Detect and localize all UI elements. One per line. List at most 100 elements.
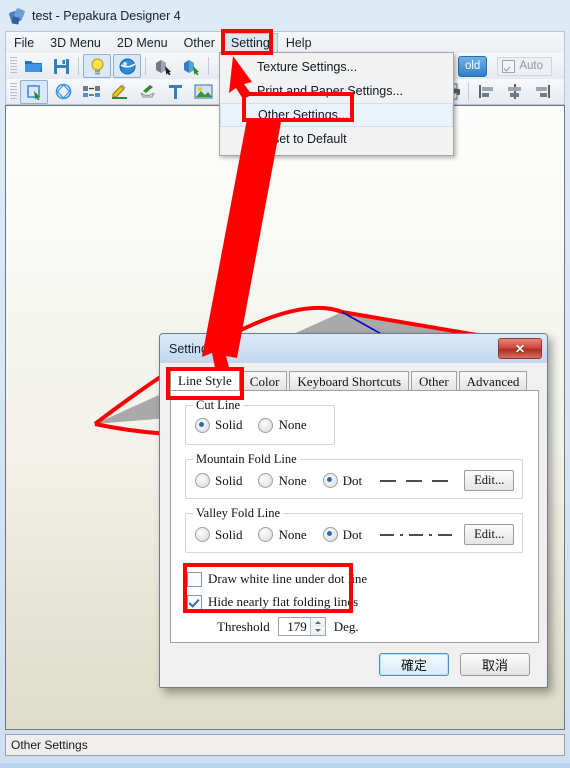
- toolbar-grip-icon[interactable]: [9, 57, 17, 75]
- valley-dot-radio[interactable]: Dot: [322, 526, 363, 543]
- close-icon[interactable]: ✕: [498, 338, 542, 359]
- application-window: test - Pepakura Designer 4 File 3D Menu …: [0, 0, 570, 763]
- threshold-stepper[interactable]: 179: [277, 617, 326, 636]
- select-face-icon[interactable]: [178, 55, 204, 77]
- text-tool-icon[interactable]: [162, 81, 188, 103]
- menu-item-other-settings[interactable]: Other Settings...: [220, 103, 453, 127]
- dialog-title-bar: Setting ✕: [160, 334, 547, 363]
- radio-dot: [195, 417, 210, 433]
- draw-white-line-label: Draw white line under dot line: [208, 571, 368, 586]
- move-part-icon[interactable]: [20, 79, 48, 104]
- align-center-icon[interactable]: [501, 81, 527, 103]
- mountain-solid-label: Solid: [215, 472, 243, 488]
- ok-button[interactable]: 確定: [379, 653, 449, 676]
- align-left-icon[interactable]: [473, 81, 499, 103]
- tab-color[interactable]: Color: [241, 371, 288, 391]
- menu-other[interactable]: Other: [176, 33, 223, 53]
- toolbar-grip-icon[interactable]: [9, 82, 17, 101]
- checkbox-box: [187, 571, 202, 587]
- unfold-button[interactable]: old: [457, 55, 488, 77]
- threshold-value[interactable]: 179: [279, 619, 310, 635]
- radio-dot: [195, 527, 210, 542]
- image-tool-icon[interactable]: [190, 81, 216, 103]
- menu-item-texture-settings[interactable]: Texture Settings...: [220, 55, 453, 79]
- line-style-panel: Cut Line Solid None Mountain Fold Line S…: [170, 390, 539, 643]
- status-text: Other Settings: [11, 738, 88, 752]
- cancel-button[interactable]: 取消: [460, 653, 530, 676]
- radio-dot: [322, 527, 338, 542]
- threshold-spinner-arrows[interactable]: [309, 618, 325, 635]
- tab-advanced[interactable]: Advanced: [458, 371, 528, 391]
- menu-setting[interactable]: Setting: [222, 32, 278, 53]
- valley-dot-label: Dot: [342, 526, 363, 542]
- open-folder-icon[interactable]: [20, 55, 46, 77]
- tab-line-style[interactable]: Line Style: [170, 369, 240, 391]
- menu-bar: File 3D Menu 2D Menu Other Setting Help: [5, 31, 565, 53]
- spinner-down-icon[interactable]: [310, 626, 325, 635]
- toolbar-separator: [145, 57, 146, 75]
- valley-fold-legend: Valley Fold Line: [193, 506, 284, 521]
- align-right-icon[interactable]: [529, 81, 555, 103]
- radio-dot: [322, 473, 338, 488]
- pepakura-logo-icon: [8, 7, 26, 25]
- radio-dot: [258, 417, 274, 433]
- auto-checkbox-box: [502, 59, 516, 73]
- cut-line-none-label: None: [278, 417, 307, 432]
- edit-line-icon[interactable]: [106, 81, 132, 103]
- cut-line-none-radio[interactable]: None: [258, 417, 307, 433]
- setting-dropdown-menu: Texture Settings... Print and Paper Sett…: [219, 52, 454, 156]
- tab-other[interactable]: Other: [411, 371, 457, 391]
- dialog-body: Line Style Color Keyboard Shortcuts Othe…: [160, 363, 547, 689]
- tab-keyboard-shortcuts[interactable]: Keyboard Shortcuts: [289, 371, 410, 391]
- setting-dialog: Setting ✕ Line Style Color Keyboard Shor…: [159, 333, 548, 688]
- valley-none-label: None: [278, 526, 307, 542]
- save-disk-icon[interactable]: [48, 55, 74, 77]
- threshold-row: Threshold 179 Deg.: [217, 617, 359, 636]
- checkbox-box: [187, 594, 202, 610]
- valley-none-radio[interactable]: None: [258, 526, 307, 543]
- join-split-icon[interactable]: [78, 81, 104, 103]
- valley-fold-line-group: Valley Fold Line Solid None Dot Edit...: [185, 506, 523, 553]
- spinner-up-icon[interactable]: [310, 618, 325, 627]
- mountain-edit-button[interactable]: Edit...: [464, 470, 515, 491]
- auto-checkbox-label: Auto: [519, 60, 543, 72]
- valley-line-preview: [380, 533, 455, 536]
- valley-solid-radio[interactable]: Solid: [195, 527, 242, 543]
- lightbulb-icon[interactable]: [83, 54, 111, 78]
- cut-line-solid-radio[interactable]: Solid: [195, 417, 242, 433]
- rotate-model-icon[interactable]: [150, 55, 176, 77]
- hide-flat-folding-label: Hide nearly flat folding lines: [208, 594, 359, 609]
- radio-dot: [258, 473, 274, 488]
- hide-flat-folding-checkbox[interactable]: Hide nearly flat folding lines: [187, 594, 358, 610]
- toolbar-separator: [78, 57, 79, 75]
- auto-checkbox[interactable]: Auto: [497, 56, 552, 76]
- mountain-solid-radio[interactable]: Solid: [195, 473, 242, 489]
- menu-file[interactable]: File: [6, 33, 42, 53]
- dialog-title: Setting: [169, 341, 208, 356]
- flap-edit-icon[interactable]: [134, 81, 160, 103]
- window-title: test - Pepakura Designer 4: [32, 9, 181, 23]
- mountain-fold-legend: Mountain Fold Line: [193, 452, 300, 467]
- status-bar: Other Settings: [5, 734, 565, 756]
- radio-dot: [195, 473, 210, 488]
- menu-item-reset-to-default[interactable]: Reset to Default: [220, 127, 453, 151]
- texture-sphere-icon[interactable]: [113, 54, 141, 78]
- rotate-part-icon[interactable]: [50, 81, 76, 103]
- cut-line-legend: Cut Line: [193, 398, 244, 413]
- title-bar: test - Pepakura Designer 4: [3, 3, 567, 29]
- mountain-dot-label: Dot: [342, 472, 363, 488]
- draw-white-line-checkbox[interactable]: Draw white line under dot line: [187, 571, 367, 587]
- menu-help[interactable]: Help: [278, 33, 320, 53]
- mountain-dot-radio[interactable]: Dot: [322, 472, 363, 489]
- menu-item-print-and-paper-settings[interactable]: Print and Paper Settings...: [220, 79, 453, 103]
- cut-line-solid-label: Solid: [215, 417, 243, 432]
- toolbar-separator: [468, 82, 469, 101]
- threshold-label: Threshold: [217, 618, 270, 634]
- mountain-fold-line-group: Mountain Fold Line Solid None Dot Edit..…: [185, 452, 523, 499]
- menu-2d[interactable]: 2D Menu: [109, 33, 176, 53]
- mountain-none-radio[interactable]: None: [258, 473, 307, 489]
- valley-solid-label: Solid: [215, 526, 243, 542]
- menu-3d[interactable]: 3D Menu: [42, 33, 109, 53]
- dialog-tabs: Line Style Color Keyboard Shortcuts Othe…: [170, 369, 529, 391]
- valley-edit-button[interactable]: Edit...: [464, 524, 515, 545]
